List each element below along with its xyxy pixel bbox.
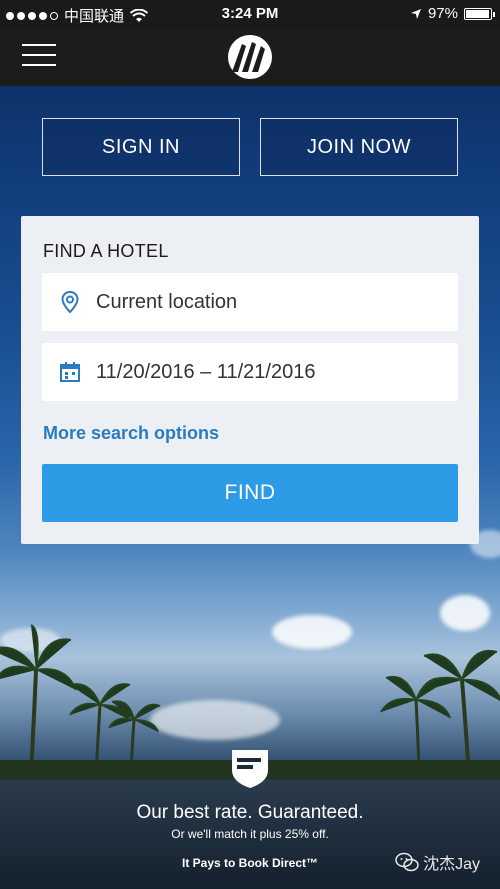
- location-pin-icon: [61, 290, 79, 314]
- more-search-options-link[interactable]: More search options: [43, 423, 219, 444]
- find-hotel-card: FIND A HOTEL Current location 11/20/2016…: [21, 216, 479, 544]
- wechat-icon: [395, 852, 419, 872]
- hamburger-menu-icon[interactable]: [22, 44, 56, 68]
- watermark-text: 沈杰Jay: [423, 856, 480, 873]
- marriott-logo-icon: [228, 35, 272, 79]
- battery-icon: [464, 7, 495, 20]
- dates-value: 11/20/2016 – 11/21/2016: [96, 361, 316, 383]
- promo-subline: Or we'll match it plus 25% off.: [171, 827, 329, 841]
- calendar-icon: [60, 362, 80, 382]
- status-bar: 中国联通 3:24 PM 97%: [0, 0, 500, 28]
- find-hotel-title: FIND A HOTEL: [43, 241, 169, 261]
- location-value: Current location: [96, 291, 238, 313]
- battery-percent: 97%: [427, 5, 458, 22]
- dates-field[interactable]: 11/20/2016 – 11/21/2016: [42, 343, 458, 401]
- sign-in-button[interactable]: SIGN IN: [42, 118, 240, 176]
- location-field[interactable]: Current location: [42, 273, 458, 331]
- join-now-button[interactable]: JOIN NOW: [260, 118, 458, 176]
- rate-guarantee-shield-icon: [232, 750, 268, 788]
- find-button[interactable]: FIND: [42, 464, 458, 522]
- promo-headline: Our best rate. Guaranteed.: [136, 802, 364, 823]
- battery-fill: [466, 9, 490, 18]
- watermark: 沈杰Jay: [395, 850, 480, 874]
- app-header: [0, 28, 500, 86]
- location-arrow-icon: [410, 8, 421, 19]
